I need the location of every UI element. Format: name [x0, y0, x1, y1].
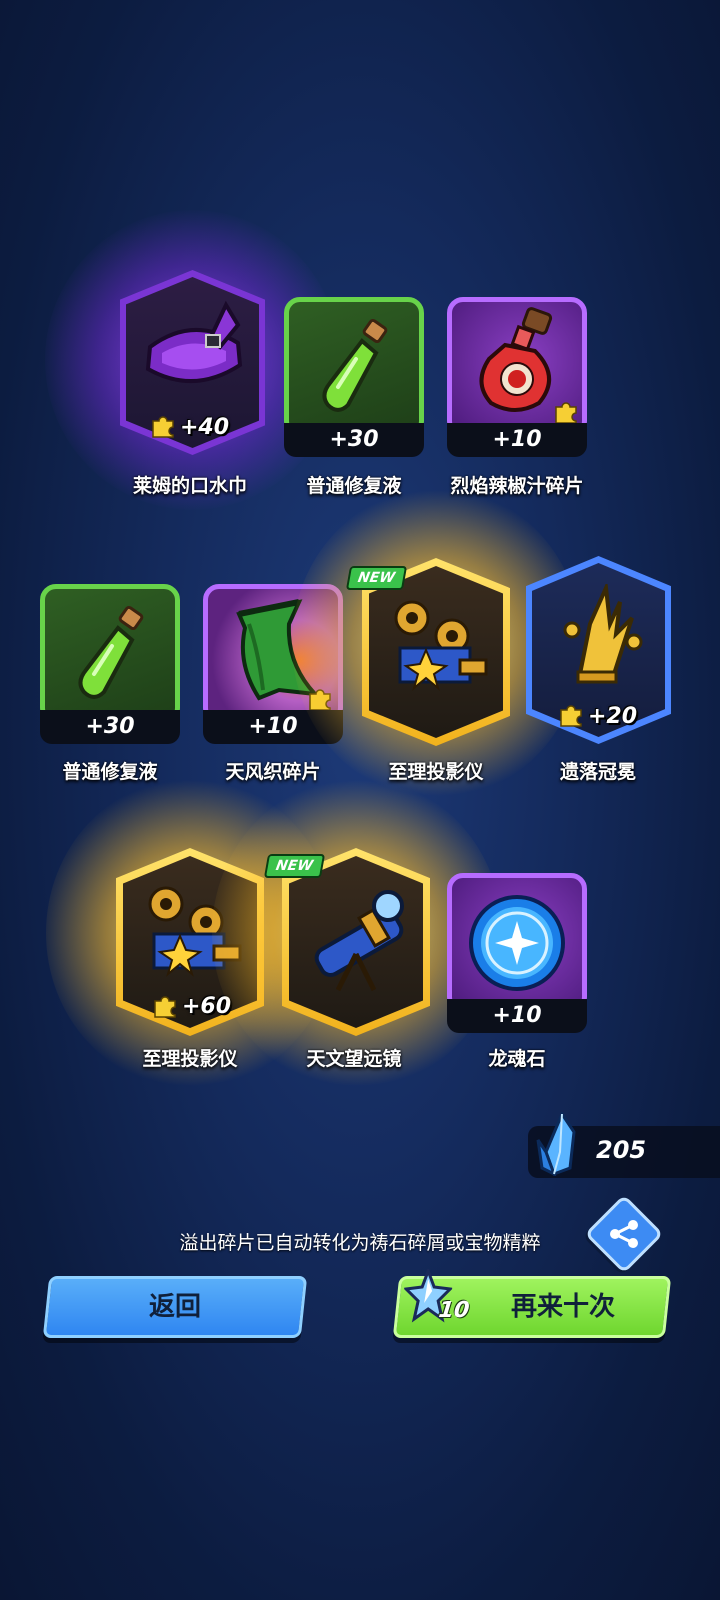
overflow-notice: 溢出碎片已自动转化为祷石碎屑或宝物精粹: [179, 1232, 541, 1254]
reward-item-1[interactable]: +40: [45, 210, 340, 510]
dragon-soul-orb-icon: [469, 895, 565, 991]
share-icon: [610, 1220, 638, 1248]
reward-count: +10: [447, 999, 587, 1033]
golden-crown-icon: [563, 584, 643, 684]
puzzle-piece-icon: [152, 416, 174, 438]
share-button[interactable]: [584, 1194, 664, 1274]
reward-item-3[interactable]: +10: [447, 297, 587, 457]
reward-item-6[interactable]: NEW: [292, 488, 582, 798]
green-potion-icon: [78, 605, 144, 699]
reward-item-9[interactable]: NEW: [212, 778, 502, 1088]
reward-item-2[interactable]: +30: [284, 297, 424, 457]
projector-icon: [394, 600, 488, 691]
reward-item-7[interactable]: +20: [526, 556, 671, 746]
reward-item-4[interactable]: +30: [40, 584, 180, 744]
reward-name: 龙魂石: [488, 1048, 546, 1070]
reward-count: +40: [180, 415, 230, 440]
reward-count: +20: [588, 704, 638, 729]
puzzle-piece-icon: [560, 705, 582, 727]
puzzle-piece-icon: [154, 996, 176, 1018]
back-button[interactable]: 返回: [42, 1276, 308, 1338]
draw-ten-again-button[interactable]: 10 再来十次: [392, 1269, 672, 1338]
currency-amount: 205: [596, 1136, 647, 1164]
reward-count: +30: [284, 423, 424, 457]
reward-name: 遗落冠冕: [559, 761, 636, 783]
draw-ten-again-label: 再来十次: [511, 1292, 616, 1322]
reward-count: +10: [447, 423, 587, 457]
green-potion-icon: [322, 318, 388, 412]
back-button-label: 返回: [148, 1292, 201, 1322]
new-badge: NEW: [345, 566, 407, 590]
new-badge: NEW: [263, 854, 325, 878]
telescope-icon: [314, 890, 404, 992]
currency-panel: 205: [528, 1112, 720, 1178]
blue-crystal-icon: [536, 1112, 576, 1176]
reward-count: +30: [40, 710, 180, 744]
reward-item-10[interactable]: +10: [447, 873, 587, 1033]
purple-bandana-icon: [145, 300, 243, 384]
draw-cost: 10: [437, 1298, 471, 1323]
puzzle-piece-icon: [555, 402, 577, 424]
reward-count: +60: [182, 994, 232, 1019]
